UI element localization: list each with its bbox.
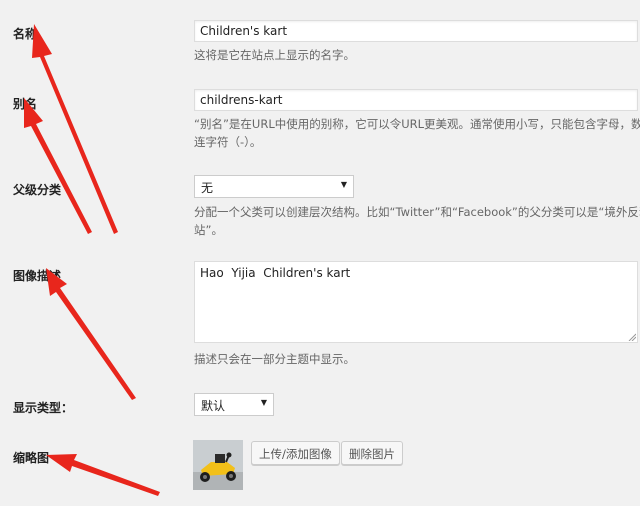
name-input[interactable]: Children's kart xyxy=(194,20,638,42)
image-description-help: 描述只会在一部分主题中显示。 xyxy=(194,352,355,366)
remove-image-button[interactable]: 删除图片 xyxy=(341,441,403,465)
slug-label: 别名 xyxy=(13,97,38,111)
slug-description-line2: 连字符（-）。 xyxy=(194,135,262,149)
slug-description-line1: “别名”是在URL中使用的别称，它可以令URL更美观。通常使用小写，只能包含字母… xyxy=(194,117,640,131)
resize-grip-icon[interactable] xyxy=(628,333,636,341)
slug-input[interactable]: childrens-kart xyxy=(194,89,638,111)
parent-category-description-line2: 站”。 xyxy=(194,223,223,237)
display-type-selected: 默认 xyxy=(201,399,226,413)
parent-category-description-line1: 分配一个父类可以创建层次结构。比如“Twitter”和“Facebook”的父分… xyxy=(194,205,640,219)
annotation-arrows xyxy=(24,24,160,496)
name-label: 名称 xyxy=(13,27,38,41)
image-description-text: Hao Yijia Children's kart xyxy=(200,266,351,280)
annotation-arrow-description xyxy=(46,268,136,400)
image-description-label: 图像描述 xyxy=(13,269,62,283)
annotation-arrow-slug xyxy=(24,98,92,234)
annotation-arrow-thumbnail xyxy=(46,454,160,496)
upload-image-button[interactable]: 上传/添加图像 xyxy=(251,441,340,465)
parent-category-select[interactable]: 无 ▼ xyxy=(194,175,354,198)
parent-category-label: 父级分类 xyxy=(13,183,62,197)
parent-category-selected: 无 xyxy=(201,181,214,195)
image-description-textarea[interactable]: Hao Yijia Children's kart xyxy=(194,261,638,343)
name-description: 这将是它在站点上显示的名字。 xyxy=(194,48,355,62)
annotation-arrow-name xyxy=(32,24,118,234)
thumbnail-label: 缩略图 xyxy=(13,451,50,465)
display-type-select[interactable]: 默认 ▼ xyxy=(194,393,274,416)
dropdown-arrow-icon: ▼ xyxy=(340,180,347,189)
thumbnail-image xyxy=(193,440,243,490)
dropdown-arrow-icon: ▼ xyxy=(260,398,267,407)
display-type-label: 显示类型： xyxy=(13,401,74,415)
